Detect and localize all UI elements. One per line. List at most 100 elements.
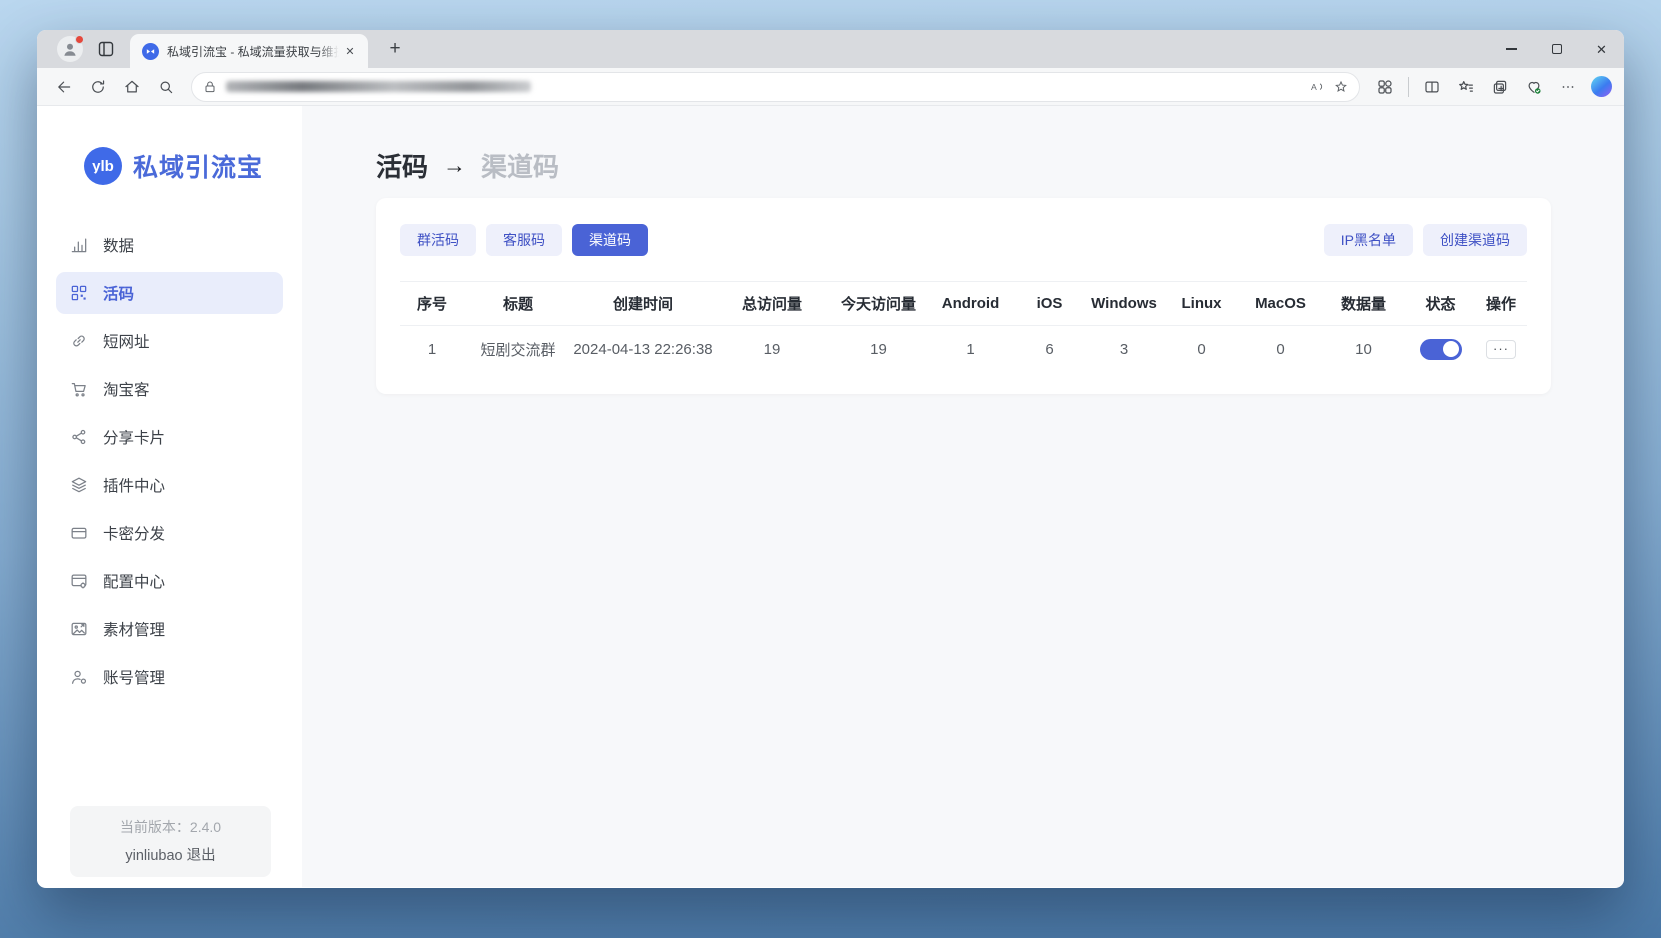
channel-code-table: 序号 标题 创建时间 总访问量 今天访问量 Android iOS Window… — [400, 281, 1527, 372]
sidebar-item-material-management[interactable]: 素材管理 — [56, 608, 283, 650]
browser-essentials-button[interactable] — [1519, 72, 1549, 102]
close-icon: ✕ — [1596, 43, 1607, 56]
row-created-time: 2024-04-13 22:26:38 — [572, 341, 714, 358]
row-today-visits: 19 — [830, 341, 927, 358]
home-icon — [123, 78, 141, 96]
sidebar-item-label: 账号管理 — [103, 666, 165, 688]
sidebar-item-label: 分享卡片 — [103, 426, 165, 448]
refresh-button[interactable] — [83, 72, 113, 102]
tab-close-icon[interactable]: ✕ — [341, 42, 359, 60]
collections-button[interactable] — [1485, 72, 1515, 102]
col-header: Linux — [1163, 295, 1240, 312]
table-header-row: 序号 标题 创建时间 总访问量 今天访问量 Android iOS Window… — [400, 281, 1527, 326]
sidebar-item-label: 卡密分发 — [103, 522, 165, 544]
sidebar-item-data[interactable]: 数据 — [56, 224, 283, 266]
copilot-icon[interactable] — [1591, 76, 1612, 97]
back-icon — [55, 78, 73, 96]
status-toggle[interactable] — [1420, 339, 1462, 360]
desktop-background: 私域引流宝 - 私域流量获取与维护 ✕ + ✕ A — [0, 0, 1661, 938]
sidebar: ylb 私域引流宝 数据 活码 短网址 — [37, 106, 302, 887]
sidebar-item-account-management[interactable]: 账号管理 — [56, 656, 283, 698]
action-cell: ··· — [1475, 340, 1527, 359]
breadcrumb-arrow-icon: → — [443, 152, 466, 179]
card-icon — [69, 523, 89, 543]
col-header: 总访问量 — [714, 293, 830, 314]
sidebar-item-live-code[interactable]: 活码 — [56, 272, 283, 314]
status-cell — [1406, 339, 1475, 360]
breadcrumb-parent[interactable]: 活码 — [376, 147, 428, 184]
row-ios-count: 6 — [1014, 341, 1085, 358]
row-total-visits: 19 — [714, 341, 830, 358]
close-button[interactable]: ✕ — [1579, 30, 1624, 68]
search-button[interactable] — [151, 72, 181, 102]
refresh-icon — [89, 78, 107, 96]
more-menu-button[interactable] — [1553, 72, 1583, 102]
maximize-icon — [1552, 44, 1562, 54]
row-macos-count: 0 — [1240, 341, 1321, 358]
brand-bubble-icon: ylb — [84, 147, 122, 185]
col-header: Windows — [1085, 295, 1163, 312]
row-actions-button[interactable]: ··· — [1486, 340, 1516, 359]
col-header: MacOS — [1240, 295, 1321, 312]
ellipsis-icon — [1559, 78, 1577, 96]
version-text: 当前版本：2.4.0 — [70, 817, 271, 837]
sidebar-item-taobao[interactable]: 淘宝客 — [56, 368, 283, 410]
col-header: 状态 — [1406, 293, 1475, 314]
breadcrumb-current: 渠道码 — [481, 147, 559, 184]
tab-group-code[interactable]: 群活码 — [400, 224, 476, 256]
link-icon — [69, 331, 89, 351]
sidebar-item-label: 淘宝客 — [103, 378, 150, 400]
home-button[interactable] — [117, 72, 147, 102]
tab-actions-icon[interactable] — [98, 41, 114, 57]
heart-pulse-icon — [1525, 78, 1543, 96]
favorites-star-list-icon — [1457, 78, 1475, 96]
create-channel-code-button[interactable]: 创建渠道码 — [1423, 224, 1527, 256]
ip-blacklist-button[interactable]: IP黑名单 — [1324, 224, 1413, 256]
extensions-icon — [1376, 78, 1394, 96]
sidebar-item-label: 配置中心 — [103, 570, 165, 592]
collections-icon — [1491, 78, 1509, 96]
qr-icon — [69, 283, 89, 303]
minimize-icon — [1506, 48, 1517, 49]
split-screen-icon — [1423, 78, 1441, 96]
sidebar-item-plugin-center[interactable]: 插件中心 — [56, 464, 283, 506]
cart-icon — [69, 379, 89, 399]
address-bar[interactable]: A — [191, 72, 1360, 102]
profile-avatar[interactable] — [57, 36, 83, 62]
row-windows-count: 3 — [1085, 341, 1163, 358]
col-header: 操作 — [1475, 293, 1527, 314]
favorite-star-icon[interactable] — [1333, 79, 1349, 95]
sidebar-item-short-url[interactable]: 短网址 — [56, 320, 283, 362]
image-icon — [69, 619, 89, 639]
favorites-button[interactable] — [1451, 72, 1481, 102]
tab-channel-code[interactable]: 渠道码 — [572, 224, 648, 256]
col-header: 今天访问量 — [830, 293, 927, 314]
channel-code-card: 群活码 客服码 渠道码 IP黑名单 创建渠道码 序号 标题 创建时间 总访问量 — [376, 198, 1551, 394]
page-content: ylb 私域引流宝 数据 活码 短网址 — [37, 106, 1624, 887]
read-aloud-icon[interactable]: A — [1309, 79, 1325, 95]
col-header: 序号 — [400, 293, 464, 314]
extensions-button[interactable] — [1370, 72, 1400, 102]
layers-icon — [69, 475, 89, 495]
tab-service-code[interactable]: 客服码 — [486, 224, 562, 256]
lock-icon — [202, 79, 218, 95]
row-android-count: 1 — [927, 341, 1014, 358]
sidebar-item-card-distribution[interactable]: 卡密分发 — [56, 512, 283, 554]
settings-window-icon — [69, 571, 89, 591]
account-line: yinliubao 退出 — [70, 844, 271, 865]
split-screen-button[interactable] — [1417, 72, 1447, 102]
new-tab-button[interactable]: + — [384, 38, 406, 60]
logout-link[interactable]: 退出 — [187, 848, 216, 864]
user-icon — [69, 667, 89, 687]
maximize-button[interactable] — [1534, 30, 1579, 68]
minimize-button[interactable] — [1489, 30, 1534, 68]
back-button[interactable] — [49, 72, 79, 102]
browser-tab[interactable]: 私域引流宝 - 私域流量获取与维护 ✕ — [130, 34, 368, 68]
chart-icon — [69, 235, 89, 255]
toolbar-divider — [1408, 77, 1409, 97]
col-header: Android — [927, 295, 1014, 312]
sidebar-item-share-card[interactable]: 分享卡片 — [56, 416, 283, 458]
browser-window: 私域引流宝 - 私域流量获取与维护 ✕ + ✕ A — [37, 30, 1624, 888]
sidebar-item-config-center[interactable]: 配置中心 — [56, 560, 283, 602]
sidebar-item-label: 数据 — [103, 234, 134, 256]
